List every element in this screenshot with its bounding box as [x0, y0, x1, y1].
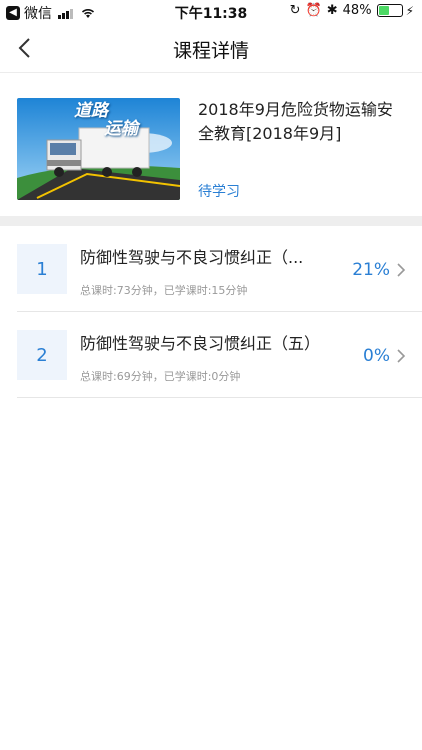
- battery-icon: [376, 4, 403, 17]
- page-title: 课程详情: [172, 40, 249, 62]
- lesson-number: 2: [17, 330, 67, 380]
- course-title: 2018年9月危险货物运输安全教育[2018年9月]: [198, 100, 393, 143]
- lesson-meta: 总课时:69分钟，已学课时:0分钟: [80, 370, 241, 383]
- course-header: 道路 运输 2018年9月危险货物运输安全教育[2018年9月] 待学习: [0, 73, 422, 216]
- lesson-item[interactable]: 1 防御性驾驶与不良习惯纠正（... 总课时:73分钟，已学课时:15分钟 21…: [17, 226, 422, 312]
- bluetooth-icon: ✱: [326, 3, 338, 18]
- lesson-list: 1 防御性驾驶与不良习惯纠正（... 总课时:73分钟，已学课时:15分钟 21…: [0, 226, 422, 398]
- battery-percent: 48%: [342, 3, 372, 18]
- chevron-right-icon: [397, 263, 406, 277]
- thumbnail-caption: 道路 运输: [74, 102, 138, 138]
- section-divider: [0, 216, 422, 226]
- status-bar: ◀ 微信 下午11:38 ↻ ⏰ ✱ 48% ⚡: [0, 0, 422, 24]
- navigation-bar: 课程详情: [0, 24, 422, 73]
- status-bar-right: ↻ ⏰ ✱ 48% ⚡: [285, 3, 414, 18]
- lesson-meta: 总课时:73分钟，已学课时:15分钟: [80, 284, 248, 297]
- course-thumbnail[interactable]: 道路 运输: [17, 98, 180, 200]
- charging-icon: ⚡: [405, 3, 414, 18]
- lesson-progress: 21%: [352, 260, 390, 280]
- lesson-number: 1: [17, 244, 67, 294]
- lesson-name: 防御性驾驶与不良习惯纠正（五）: [80, 334, 321, 353]
- alarm-icon: ⏰: [305, 3, 322, 18]
- chevron-right-icon: [397, 349, 406, 363]
- lesson-item[interactable]: 2 防御性驾驶与不良习惯纠正（五） 总课时:69分钟，已学课时:0分钟 0%: [17, 312, 422, 398]
- course-status: 待学习: [198, 184, 240, 200]
- lesson-progress: 0%: [363, 346, 390, 366]
- thumbnail-caption-line2: 运输: [104, 119, 138, 139]
- lesson-name: 防御性驾驶与不良习惯纠正（...: [80, 248, 304, 267]
- thumbnail-caption-line1: 道路: [74, 101, 108, 121]
- rotation-lock-icon: ↻: [289, 3, 301, 18]
